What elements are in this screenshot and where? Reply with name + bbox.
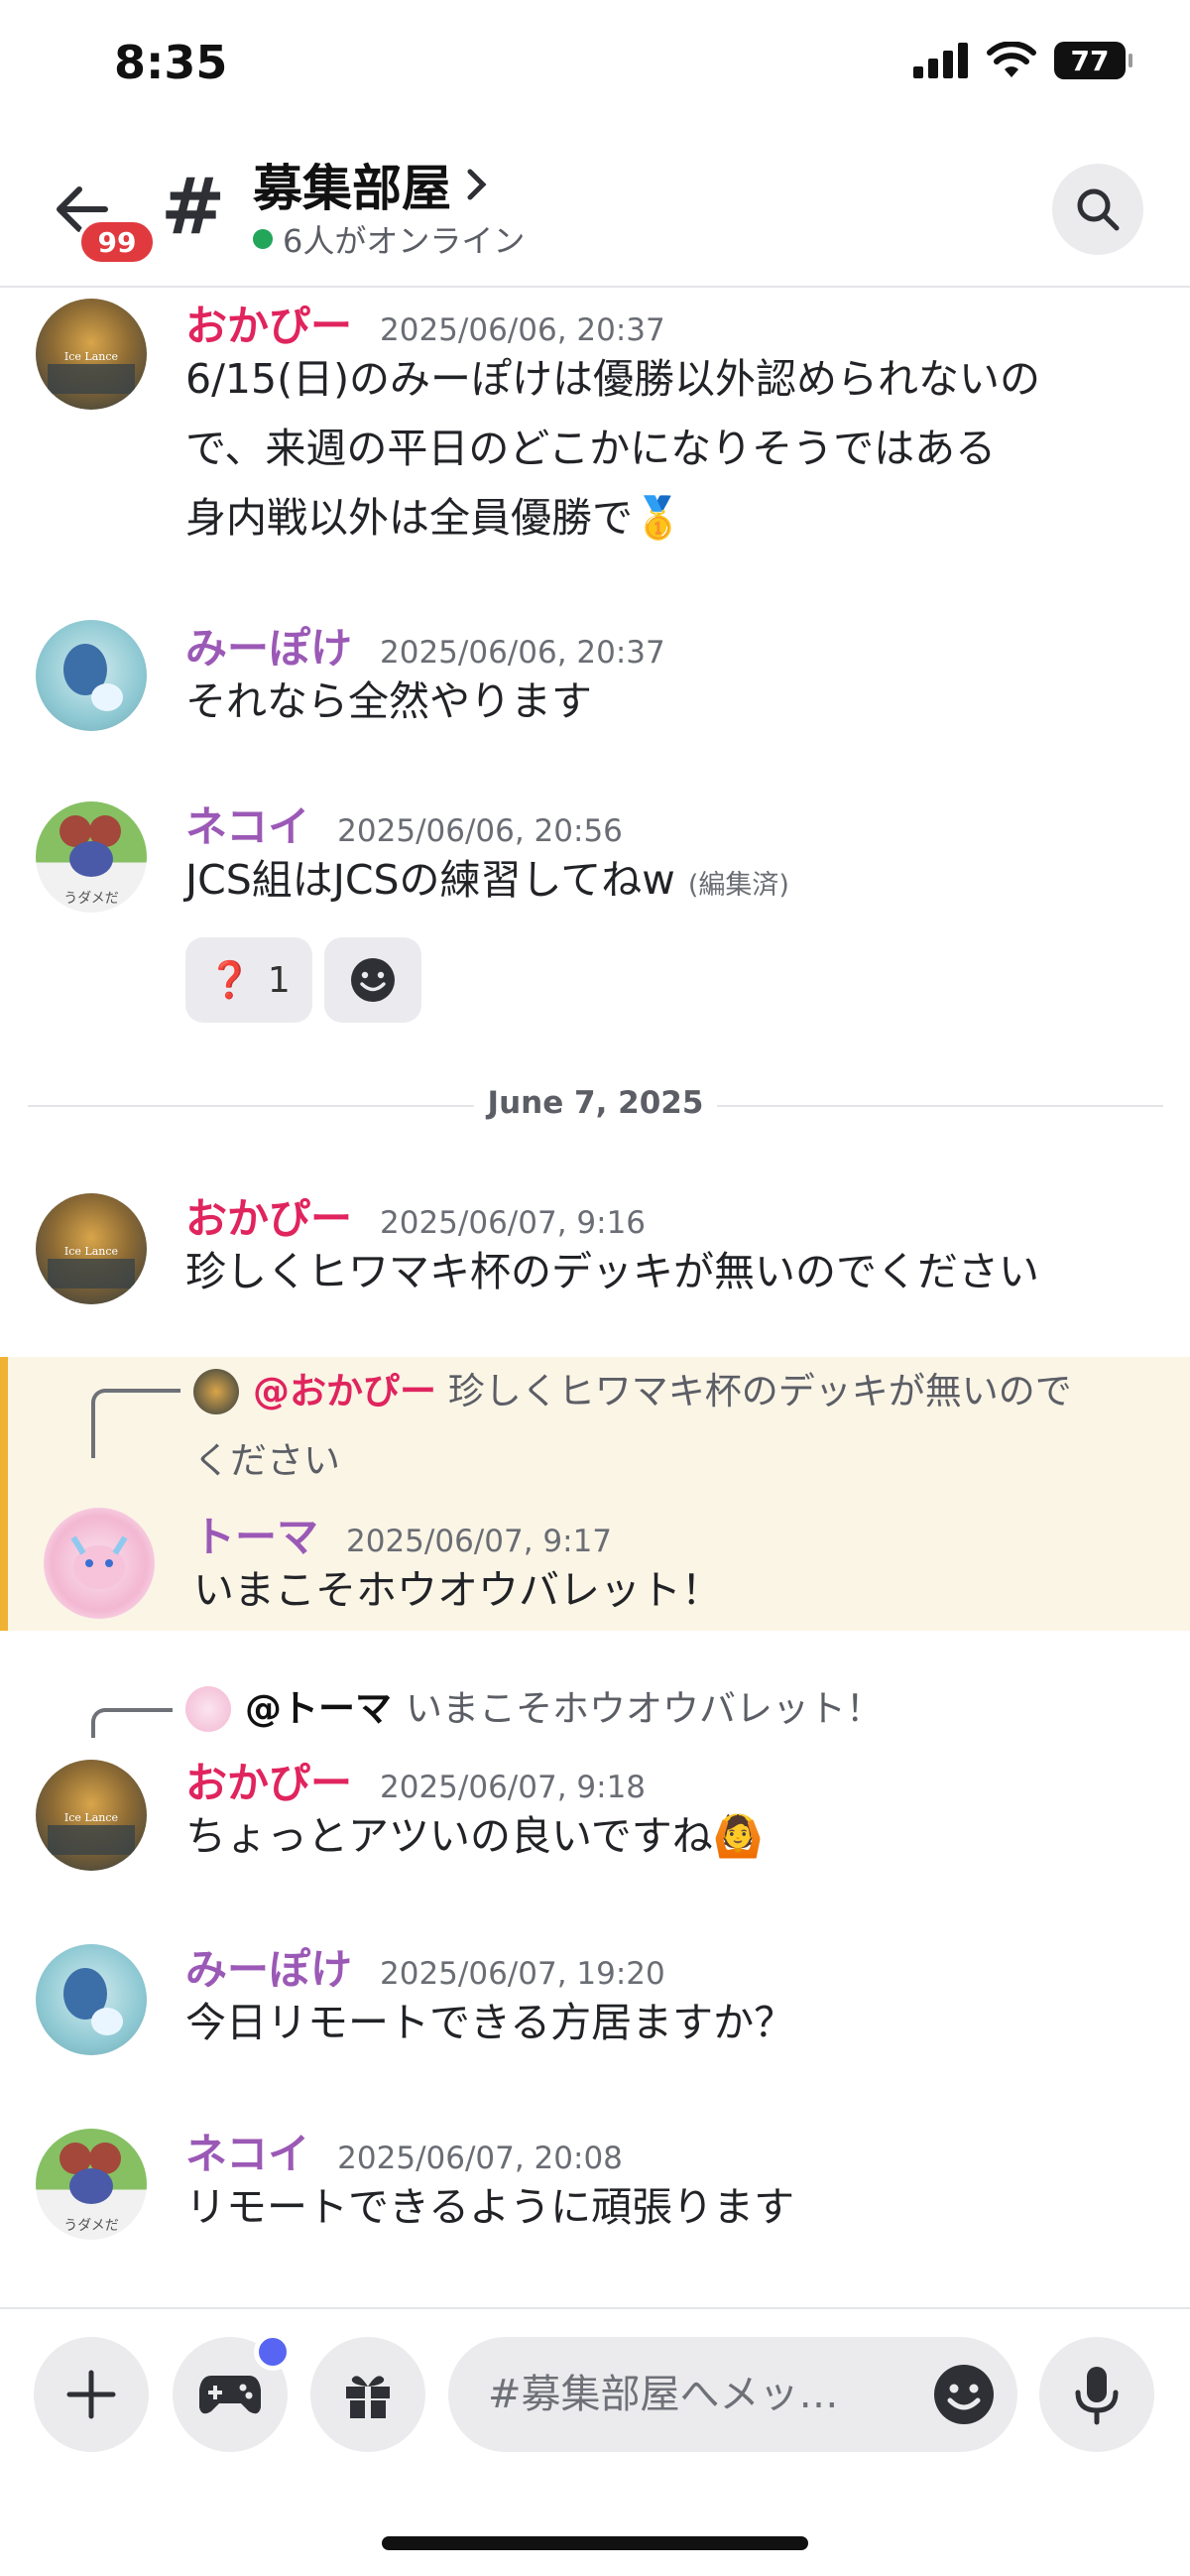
timestamp: 2025/06/06, 20:37 xyxy=(380,312,665,348)
search-button[interactable] xyxy=(1052,164,1143,255)
message-line: 身内戦以外は全員優勝で🥇 xyxy=(185,494,684,542)
timestamp: 2025/06/07, 20:08 xyxy=(337,2141,623,2176)
timestamp: 2025/06/06, 20:37 xyxy=(380,635,665,671)
edited-label: (編集済) xyxy=(687,870,789,901)
timestamp: 2025/06/06, 20:56 xyxy=(337,813,623,849)
avatar[interactable] xyxy=(36,1944,147,2055)
reply-reference[interactable]: @おかぴー 珍しくヒワマキ杯のデッキが無いので ください xyxy=(193,1357,1165,1496)
reaction-emoji: ❓ xyxy=(207,960,252,1001)
svg-text:うダメだ: うダメだ xyxy=(63,2218,119,2234)
add-attachment-button[interactable] xyxy=(34,2337,149,2452)
chevron-right-icon xyxy=(467,169,487,200)
card-avatar-image: Ice Lance xyxy=(48,1245,135,1288)
message[interactable]: Ice Lance おかぴー 2025/06/07, 9:16 珍しくヒワマキ杯… xyxy=(0,1185,1190,1324)
reply-avatar xyxy=(185,1686,231,1732)
channel-title[interactable]: 募集部屋 xyxy=(253,149,489,220)
status-time: 8:35 xyxy=(114,36,228,89)
card-avatar-image: Ice Lance xyxy=(48,1811,135,1855)
plus-icon xyxy=(66,2370,116,2419)
message-text: 今日リモートできる方居ますか？ xyxy=(185,1999,795,2046)
message-input-container[interactable] xyxy=(448,2337,1017,2452)
channel-name: 募集部屋 xyxy=(253,160,451,217)
pokemon-avatar-image xyxy=(63,1968,123,2035)
timestamp: 2025/06/07, 9:16 xyxy=(380,1205,647,1241)
message-text: リモートできるように頑張ります xyxy=(185,2183,795,2231)
message-text: 6/15(日)のみーぽけは優勝以外認められないの で、来週の平日のどこかになりそ… xyxy=(185,344,1167,552)
reply-text: いまこそホウオウバレット！ xyxy=(406,1687,883,1730)
avatar[interactable]: Ice Lance xyxy=(36,1760,147,1871)
avatar[interactable]: うダメだ xyxy=(36,801,147,913)
reply-connector xyxy=(91,1389,180,1458)
notification-dot xyxy=(254,2333,292,2371)
message-line: 6/15(日)のみーぽけは優勝以外認められないの xyxy=(185,355,1041,403)
gamepad-icon xyxy=(199,2376,261,2414)
avatar[interactable] xyxy=(36,620,147,731)
highlighted-message[interactable]: @おかぴー 珍しくヒワマキ杯のデッキが無いので ください トーマ 2025/06… xyxy=(0,1357,1190,1631)
reaction-question[interactable]: ❓ 1 xyxy=(185,937,312,1023)
pokemon-avatar-image xyxy=(63,644,123,711)
date-label: June 7, 2025 xyxy=(487,1085,704,1121)
reply-username: @トーマ xyxy=(245,1687,392,1730)
message[interactable]: みーぽけ 2025/06/07, 19:20 今日リモートできる方居ますか？ xyxy=(0,1936,1190,2075)
gift-icon xyxy=(346,2376,390,2418)
reactions: ❓ 1 xyxy=(185,937,421,1023)
message[interactable]: Ice Lance おかぴー 2025/06/06, 20:37 6/15(日)… xyxy=(0,293,1190,570)
reply-text: 珍しくヒワマキ杯のデッキが無いので xyxy=(447,1370,1072,1412)
message-text: ちょっとアツいの良いですね🙆 xyxy=(185,1812,764,1860)
reply-username: @おかぴー xyxy=(253,1370,436,1412)
timestamp: 2025/06/07, 19:20 xyxy=(380,1956,665,1992)
online-status: 6人がオンライン xyxy=(253,216,525,262)
emoji-icon[interactable] xyxy=(932,2363,996,2426)
unread-badge: 99 xyxy=(77,218,157,266)
avatar[interactable]: うダメだ xyxy=(36,2129,147,2240)
svg-text:Ice Lance: Ice Lance xyxy=(64,1245,118,1258)
online-count: 6人がオンライン xyxy=(283,222,526,260)
activities-button[interactable] xyxy=(173,2333,292,2452)
pokemon-avatar-image: うダメだ xyxy=(60,815,121,907)
avatar[interactable] xyxy=(44,1508,155,1619)
message-input[interactable] xyxy=(488,2337,914,2452)
add-reaction-button[interactable] xyxy=(323,937,421,1023)
search-icon xyxy=(1077,188,1120,231)
avatar[interactable]: Ice Lance xyxy=(36,299,147,410)
reply-avatar xyxy=(193,1369,239,1414)
wifi-icon xyxy=(987,42,1036,77)
message-line: で、来週の平日のどこかになりそうではある xyxy=(185,425,997,472)
home-indicator[interactable] xyxy=(382,2536,808,2550)
pokemon-avatar-image xyxy=(70,1535,128,1589)
online-dot xyxy=(253,229,273,249)
signal-icon xyxy=(913,43,968,78)
message-body: JCS組はJCSの練習してねw xyxy=(185,856,675,904)
hash-icon: # xyxy=(161,163,226,252)
message-text: JCS組はJCSの練習してねw (編集済) xyxy=(185,845,1167,920)
reply-connector xyxy=(91,1708,173,1738)
svg-text:Ice Lance: Ice Lance xyxy=(64,1811,118,1824)
avatar[interactable]: Ice Lance xyxy=(36,1193,147,1304)
date-divider: June 7, 2025 xyxy=(28,1081,1163,1131)
card-avatar-image: Ice Lance xyxy=(48,350,135,394)
message-text: いまこそホウオウバレット！ xyxy=(193,1566,722,1614)
status-icons: 77 xyxy=(913,42,1132,79)
pokemon-avatar-image: うダメだ xyxy=(60,2143,121,2234)
message[interactable]: うダメだ ネコイ 2025/06/07, 20:08 リモートできるように頑張り… xyxy=(0,2121,1190,2260)
message-text: 珍しくヒワマキ杯のデッキが無いのでください xyxy=(185,1248,1039,1295)
reply-text: ください xyxy=(193,1439,340,1482)
message[interactable]: うダメだ ネコイ 2025/06/06, 20:56 JCS組はJCSの練習して… xyxy=(0,794,1190,1032)
status-bar: 8:35 77 xyxy=(0,0,1190,129)
gift-button[interactable] xyxy=(310,2337,425,2452)
timestamp: 2025/06/07, 9:17 xyxy=(346,1524,613,1559)
voice-message-button[interactable] xyxy=(1039,2337,1154,2452)
reaction-count: 1 xyxy=(267,959,291,1001)
add-reaction-icon xyxy=(350,958,395,1002)
battery-indicator: 77 xyxy=(1054,42,1132,79)
message[interactable]: みーぽけ 2025/06/06, 20:37 それなら全然やります xyxy=(0,615,1190,754)
message-text: それなら全然やります xyxy=(185,677,592,725)
timestamp: 2025/06/07, 9:18 xyxy=(380,1770,647,1805)
svg-text:うダメだ: うダメだ xyxy=(63,891,119,907)
svg-text:Ice Lance: Ice Lance xyxy=(64,350,118,363)
channel-header: 99 # 募集部屋 6人がオンライン xyxy=(0,129,1190,288)
message[interactable]: @トーマ いまこそホウオウバレット！ Ice Lance おかぴー 2025/0… xyxy=(0,1674,1190,1893)
microphone-icon xyxy=(1075,2367,1119,2425)
reply-reference[interactable]: @トーマ いまこそホウオウバレット！ xyxy=(185,1674,1157,1744)
